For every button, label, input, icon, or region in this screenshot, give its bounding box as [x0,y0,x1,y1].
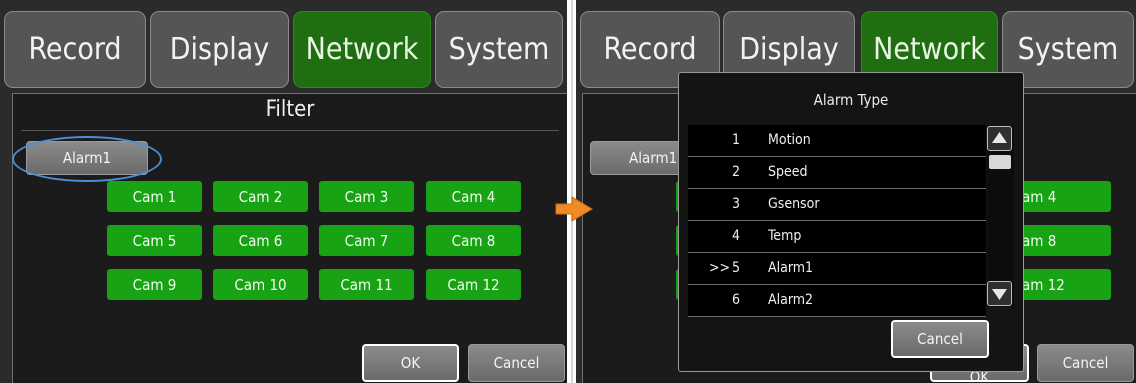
cancel-button[interactable]: Cancel [1037,344,1134,382]
item-number: 5 [732,260,741,276]
item-label: Alarm1 [768,260,814,276]
cam-button-4[interactable]: Cam 4 [426,181,521,212]
scrollbar[interactable] [987,126,1014,307]
alarm-type-button[interactable]: Alarm1 [590,141,690,175]
cam-button-5[interactable]: Cam 5 [107,225,202,256]
highlight-ellipse [12,136,162,182]
list-item[interactable]: 1 Motion [688,125,986,157]
alarm-type-dialog: Alarm Type 1 Motion 2 Speed 3 Gsensor 4 … [678,72,1024,372]
cam-button-4[interactable]: am 4 [1016,181,1111,212]
cam-button-8[interactable]: am 8 [1016,225,1111,256]
item-number: 1 [732,132,741,148]
cam-button-1[interactable]: Cam 1 [107,181,202,212]
tab-network[interactable]: Network [293,11,431,88]
divider-line [571,0,573,383]
divider [21,130,559,131]
cam-button-10[interactable]: Cam 10 [213,269,308,300]
item-number: 4 [732,228,741,244]
cam-button-9[interactable]: Cam 9 [107,269,202,300]
dialog-cancel-button[interactable]: Cancel [891,320,989,358]
page-title: Filter [265,97,315,122]
dialog-title: Alarm Type [813,91,889,109]
cam-button-8[interactable]: Cam 8 [426,225,521,256]
selection-marker: >> [709,260,731,276]
list-item[interactable]: 2 Speed [688,157,986,189]
filter-screen: Record Display Network System Filter Ala… [0,0,567,383]
tab-system[interactable]: System [435,11,563,88]
list-item-selected[interactable]: >> 5 Alarm1 [688,253,986,285]
scroll-down-icon[interactable] [987,281,1012,306]
item-label: Motion [768,132,811,148]
list-item[interactable]: 3 Gsensor [688,189,986,221]
list-item[interactable]: 4 Temp [688,221,986,253]
cam-button-2[interactable]: Cam 2 [213,181,308,212]
arrow-right-icon [555,196,593,222]
item-number: 6 [732,292,741,308]
cam-button-7[interactable]: Cam 7 [319,225,414,256]
cam-button-3[interactable]: Cam 3 [319,181,414,212]
list-item[interactable]: 6 Alarm2 [688,285,986,317]
tab-record[interactable]: Record [4,11,146,88]
cam-button-6[interactable]: Cam 6 [213,225,308,256]
item-number: 2 [732,164,741,180]
item-label: Temp [768,228,802,244]
item-number: 3 [732,196,741,212]
item-label: Speed [768,164,808,180]
item-label: Gsensor [768,196,820,212]
cam-button-12[interactable]: Cam 12 [426,269,521,300]
cam-button-12[interactable]: am 12 [1016,269,1111,300]
cancel-button[interactable]: Cancel [468,344,565,382]
scroll-thumb[interactable] [989,155,1011,169]
cam-button-11[interactable]: Cam 11 [319,269,414,300]
item-label: Alarm2 [768,292,814,308]
ok-button[interactable]: OK [362,344,459,382]
scroll-up-icon[interactable] [987,126,1012,151]
tab-display[interactable]: Display [150,11,289,88]
